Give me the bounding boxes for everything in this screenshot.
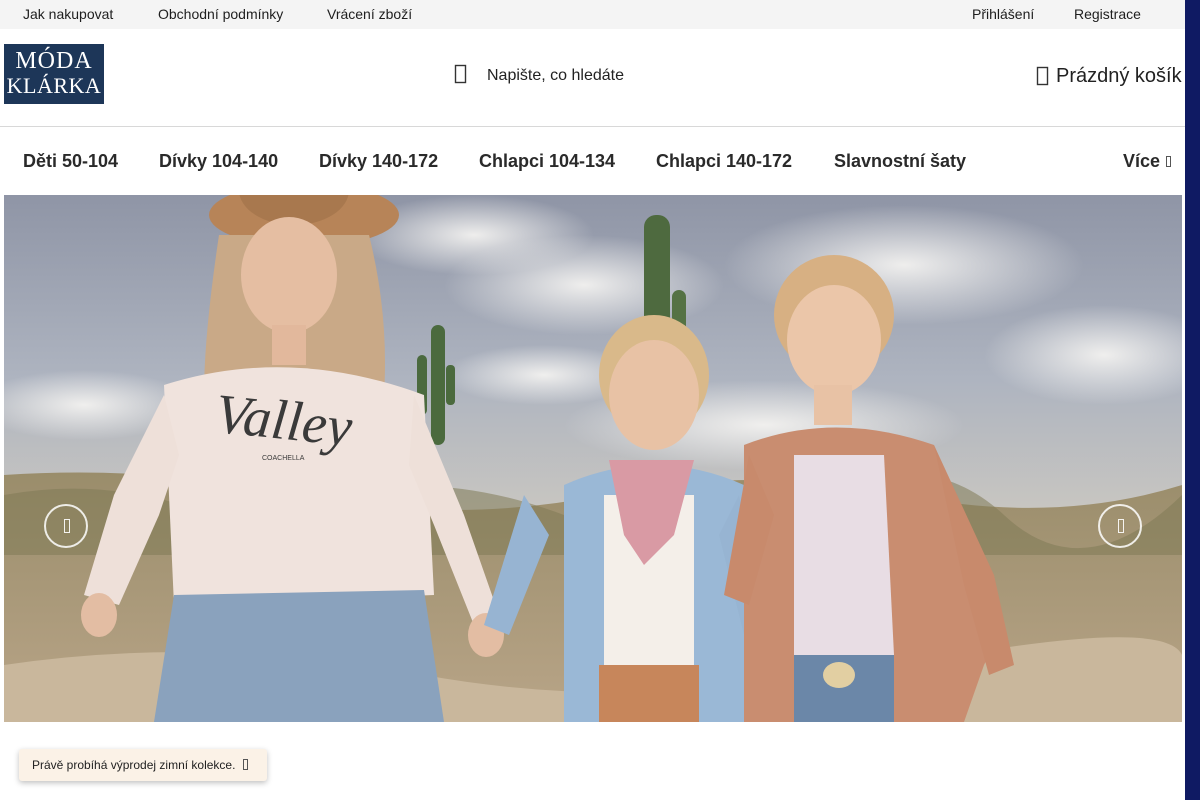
hero-image: Valley COACHELLA [4, 195, 1182, 722]
logo-line-1: MÓDA [15, 48, 93, 74]
hero-prev-button[interactable] [44, 504, 88, 548]
register-link[interactable]: Registrace [1074, 6, 1141, 22]
nav-more-button[interactable]: Více [1123, 151, 1160, 172]
nav-item-slavnostni-saty[interactable]: Slavnostní šaty [834, 151, 966, 172]
chevron-right-icon [1118, 519, 1124, 533]
page: Jak nakupovat Obchodní podmínky Vrácení … [0, 0, 1200, 800]
nav-item-chlapci-104-134[interactable]: Chlapci 104-134 [479, 151, 615, 172]
chevron-left-icon [64, 519, 70, 533]
nav-item-divky-104-140[interactable]: Dívky 104-140 [159, 151, 278, 172]
link-vraceni-zbozi[interactable]: Vrácení zboží [327, 6, 412, 22]
login-link[interactable]: Přihlášení [972, 6, 1034, 22]
hero-banner[interactable]: Valley COACHELLA [4, 195, 1182, 722]
hero-next-button[interactable] [1098, 504, 1142, 548]
sale-notice-toast: Právě probíhá výprodej zimní kolekce. [19, 749, 267, 781]
cart-label: Prázdný košík [1056, 65, 1182, 87]
link-obchodni-podminky[interactable]: Obchodní podmínky [158, 6, 283, 22]
logo-line-2: KLÁRKA [6, 73, 102, 98]
page-scrollbar[interactable] [1185, 0, 1200, 800]
nav-item-deti-50-104[interactable]: Děti 50-104 [23, 151, 118, 172]
main-navigation: Děti 50-104 Dívky 104-140 Dívky 140-172 … [0, 127, 1185, 195]
link-jak-nakupovat[interactable]: Jak nakupovat [23, 6, 113, 22]
sweatshirt-small-print: COACHELLA [262, 455, 305, 462]
content-area: Jak nakupovat Obchodní podmínky Vrácení … [0, 0, 1185, 800]
site-header: MÓDA KLÁRKA Napište, co hledáte Prázdný … [0, 29, 1185, 127]
search-icon[interactable] [454, 63, 468, 85]
search-placeholder[interactable]: Napište, co hledáte [487, 67, 624, 85]
top-utility-bar: Jak nakupovat Obchodní podmínky Vrácení … [0, 0, 1185, 29]
nav-item-divky-140-172[interactable]: Dívky 140-172 [319, 151, 438, 172]
sale-notice-message: Právě probíhá výprodej zimní kolekce. [32, 758, 236, 772]
site-logo[interactable]: MÓDA KLÁRKA [4, 44, 104, 104]
close-icon[interactable] [243, 759, 248, 770]
nav-item-chlapci-140-172[interactable]: Chlapci 140-172 [656, 151, 792, 172]
chevron-down-icon[interactable] [1166, 156, 1171, 167]
cart-icon [1036, 66, 1049, 86]
